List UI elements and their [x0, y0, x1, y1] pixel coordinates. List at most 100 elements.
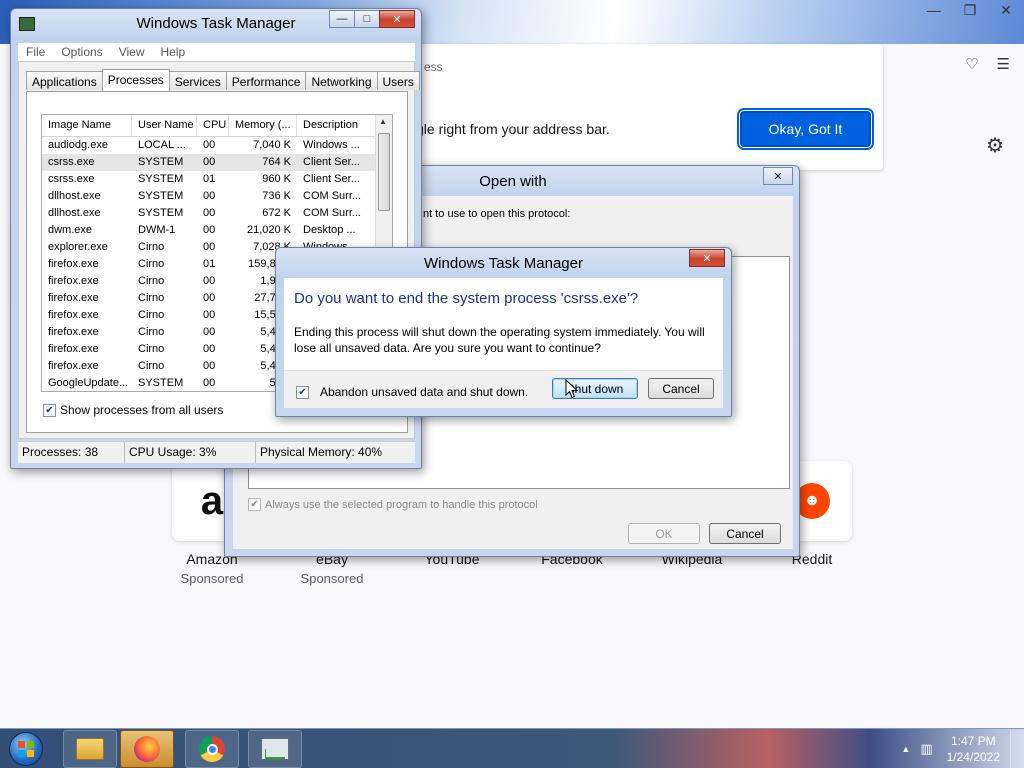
show-all-users-label: Show processes from all users	[60, 403, 224, 417]
taskbar-explorer[interactable]	[63, 730, 117, 768]
minimize-icon[interactable]: —	[329, 10, 355, 28]
pocket-icon[interactable]: ♡	[965, 55, 978, 73]
cell-cpu: 00	[203, 360, 216, 372]
confirm-question: Do you want to end the system process 'c…	[294, 290, 639, 307]
cell-cpu: 00	[203, 377, 216, 389]
column-image-name[interactable]: Image Name	[42, 115, 132, 136]
tab-applications[interactable]: Applications	[26, 71, 103, 90]
cell-image-name: dllhost.exe	[48, 190, 101, 202]
taskbar-chrome[interactable]	[185, 730, 239, 768]
column-memory[interactable]: Memory (...	[229, 115, 297, 136]
table-row[interactable]: audiodg.exe LOCAL ... 00 7,040 K Windows ...	[42, 137, 392, 154]
close-icon[interactable]: ✕	[379, 10, 415, 28]
firefox-window-controls: — ❐ ✕	[916, 0, 1024, 20]
cell-description: COM Surr...	[303, 190, 362, 202]
cell-image-name: firefox.exe	[48, 309, 99, 321]
firefox-feature-callout	[420, 44, 883, 170]
menu-help[interactable]: Help	[153, 43, 194, 61]
close-icon[interactable]: ✕	[988, 0, 1024, 20]
maximize-icon[interactable]: □	[354, 10, 380, 28]
cancel-button[interactable]: Cancel	[709, 523, 781, 544]
site-sponsored-ebay: Sponsored	[300, 571, 364, 586]
checkbox-checked-icon[interactable]: ✔	[296, 385, 309, 399]
menu-file[interactable]: File	[18, 43, 53, 61]
close-icon[interactable]: ✕	[763, 167, 793, 185]
start-button[interactable]	[2, 730, 50, 768]
cell-user-name: Cirno	[138, 343, 165, 355]
taskbar-task-manager[interactable]	[248, 730, 302, 768]
table-row[interactable]: dllhost.exe SYSTEM 00 736 K COM Surr...	[42, 188, 392, 205]
cell-cpu: 00	[203, 326, 216, 338]
scrollbar-thumb[interactable]	[378, 133, 390, 211]
restore-icon[interactable]: ❐	[952, 0, 988, 20]
abandon-data-label: Abandon unsaved data and shut down.	[320, 385, 529, 399]
taskbar-firefox[interactable]	[120, 730, 174, 768]
cell-description: Client Ser...	[303, 156, 360, 168]
tab-users[interactable]: Users	[376, 71, 420, 90]
chrome-icon	[199, 736, 225, 762]
column-cpu[interactable]: CPU	[197, 115, 229, 136]
always-use-label: Always use the selected program to handl…	[265, 498, 538, 511]
close-icon[interactable]: ✕	[689, 249, 725, 267]
cell-image-name: audiodg.exe	[48, 139, 108, 151]
tab-strip: Applications Processes Services Performa…	[26, 69, 420, 91]
cell-user-name: Cirno	[138, 292, 165, 304]
end-process-confirm-dialog: Windows Task Manager ✕ Do you want to en…	[275, 247, 732, 417]
callout-heading: ess	[424, 60, 443, 74]
task-manager-icon	[261, 738, 289, 760]
status-processes: Processes: 38	[18, 442, 125, 463]
firefox-icon	[134, 736, 160, 762]
show-hidden-icons-icon[interactable]: ▲	[895, 744, 916, 754]
hamburger-menu-icon[interactable]: ☰	[997, 55, 1010, 73]
scroll-up-arrow-icon[interactable]: ▲	[379, 117, 387, 126]
menu-options[interactable]: Options	[53, 43, 110, 61]
network-icon[interactable]: ▥	[916, 741, 936, 757]
cell-image-name: firefox.exe	[48, 360, 99, 372]
cell-cpu: 00	[203, 343, 216, 355]
ok-button: OK	[628, 523, 700, 544]
cancel-button[interactable]: Cancel	[648, 378, 714, 399]
status-bar: Processes: 38 CPU Usage: 3% Physical Mem…	[18, 441, 415, 463]
cell-cpu: 00	[203, 207, 216, 219]
cell-cpu: 01	[203, 258, 216, 270]
confirm-footer: ✔ Abandon unsaved data and shut down. Sh…	[284, 370, 723, 408]
column-user-name[interactable]: User Name	[132, 115, 197, 136]
cell-image-name: firefox.exe	[48, 292, 99, 304]
tab-performance[interactable]: Performance	[225, 71, 307, 90]
process-list-header: Image Name User Name CPU Memory (... Des…	[42, 115, 392, 137]
tab-processes[interactable]: Processes	[101, 69, 170, 91]
tab-networking[interactable]: Networking	[305, 71, 378, 90]
show-all-users-checkbox[interactable]: ✔ Show processes from all users	[43, 403, 223, 417]
table-row[interactable]: dllhost.exe SYSTEM 00 672 K COM Surr...	[42, 205, 392, 222]
cell-description: Desktop ...	[303, 224, 356, 236]
cell-user-name: DWM-1	[138, 224, 176, 236]
column-description[interactable]: Description	[297, 115, 379, 136]
checkbox-checked-icon[interactable]: ✔	[43, 403, 56, 417]
abandon-data-checkbox[interactable]: ✔ Abandon unsaved data and shut down.	[296, 385, 528, 399]
confirm-title: Windows Task Manager	[424, 255, 583, 272]
amazon-logo-icon: a	[200, 478, 224, 523]
tab-services[interactable]: Services	[168, 71, 227, 90]
clock[interactable]: 1:47 PM 1/24/2022	[937, 733, 1010, 765]
cell-memory: 764 K	[262, 156, 291, 168]
okay-got-it-button[interactable]: Okay, Got It	[737, 108, 874, 150]
menu-view[interactable]: View	[111, 43, 153, 61]
cell-cpu: 00	[203, 275, 216, 287]
cell-image-name: firefox.exe	[48, 326, 99, 338]
cell-cpu: 00	[203, 156, 216, 168]
clock-date: 1/24/2022	[946, 750, 1000, 764]
table-row[interactable]: csrss.exe SYSTEM 00 764 K Client Ser...	[42, 154, 392, 171]
show-desktop-button[interactable]	[1010, 730, 1024, 768]
cell-user-name: Cirno	[138, 360, 165, 372]
cell-image-name: dwm.exe	[48, 224, 93, 236]
cell-cpu: 00	[203, 190, 216, 202]
table-row[interactable]: csrss.exe SYSTEM 01 960 K Client Ser...	[42, 171, 392, 188]
table-row[interactable]: dwm.exe DWM-1 00 21,020 K Desktop ...	[42, 222, 392, 239]
taskbar: ▲ ▥ 1:47 PM 1/24/2022	[0, 728, 1024, 768]
cell-memory: 7,040 K	[253, 139, 291, 151]
mouse-cursor-icon	[565, 379, 579, 399]
settings-gear-icon[interactable]: ⚙	[986, 133, 1004, 158]
system-tray: ▲ ▥ 1:47 PM 1/24/2022	[895, 730, 1024, 768]
minimize-icon[interactable]: —	[916, 0, 952, 20]
confirm-content: Do you want to end the system process 'c…	[284, 278, 723, 370]
